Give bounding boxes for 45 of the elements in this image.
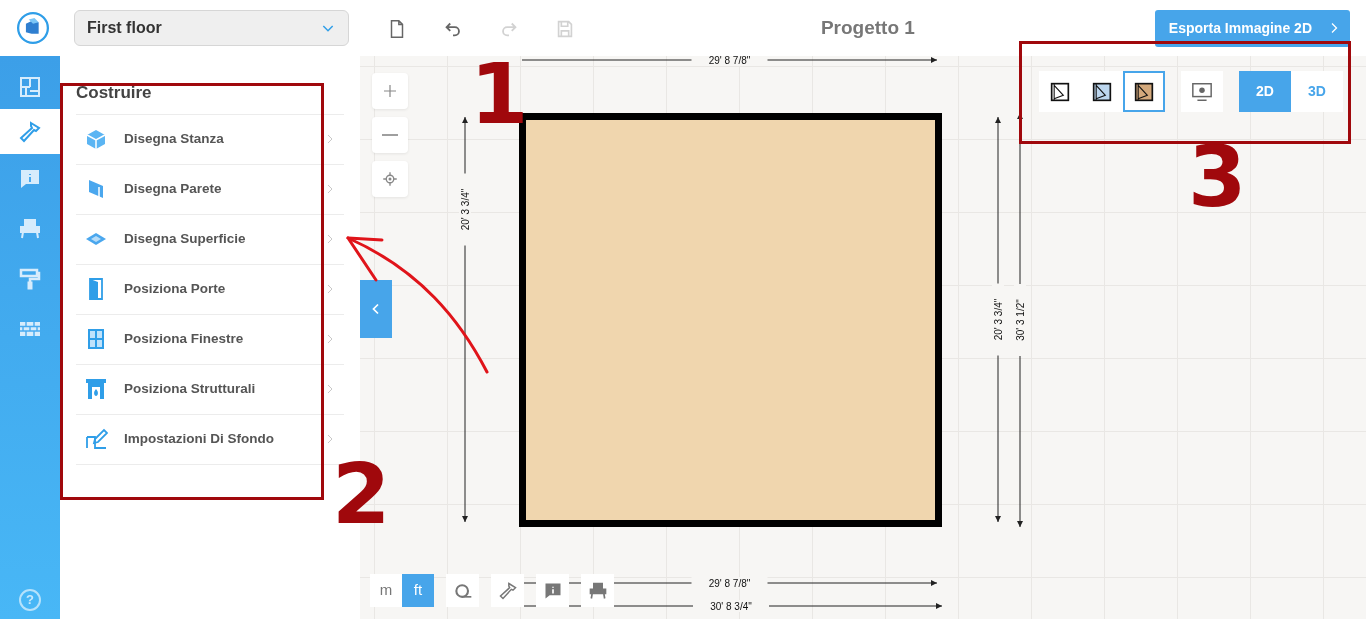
locate-button[interactable] (372, 161, 408, 197)
hammer-icon (18, 119, 42, 144)
armchair-icon (18, 217, 42, 241)
paint-roller-icon (18, 267, 42, 291)
zoom-in-icon (381, 82, 399, 100)
panel-menu-item[interactable]: Posiziona Finestre (76, 313, 344, 364)
unit-toggle[interactable]: m (370, 574, 402, 607)
room-icon (84, 127, 108, 151)
floor-select[interactable]: First floor (74, 10, 349, 46)
door-plan-icon (1092, 81, 1112, 102)
hammer-tab[interactable] (0, 109, 60, 154)
dimension-label: 30' 3 1/2" (1015, 299, 1026, 341)
display-settings-button[interactable] (1181, 71, 1223, 112)
dimension-label: 20' 3 3/4" (460, 188, 471, 231)
fireplace-icon (84, 377, 108, 401)
panel-menu-item[interactable]: Disegna Superficie (76, 213, 344, 264)
zoom-in-button[interactable] (372, 73, 408, 109)
hammer-icon (497, 580, 518, 601)
hammer-button[interactable] (491, 574, 524, 607)
dimension-label: 20' 3 3/4" (993, 298, 1004, 341)
info-bubble-button[interactable] (536, 574, 569, 607)
locate-icon (381, 170, 399, 188)
panel-menu-item[interactable]: Disegna Stanza (76, 113, 344, 164)
armchair-icon (587, 580, 608, 601)
tape-measure-button[interactable] (446, 574, 479, 607)
panel-title: Costruire (76, 82, 153, 104)
pencil-square-icon (84, 427, 108, 451)
view-mode-button[interactable] (1123, 71, 1165, 112)
panel-menu-item[interactable]: Posiziona Strutturali (76, 363, 344, 414)
panel-menu-item[interactable]: Posiziona Porte (76, 263, 344, 314)
info-bubble-icon (18, 167, 42, 191)
armchair-button[interactable] (581, 574, 614, 607)
floorplan-icon (18, 74, 42, 99)
logo-icon (16, 11, 50, 45)
panel-menu-item[interactable]: Disegna Parete (76, 163, 344, 214)
panel-menu-item[interactable]: Impostazioni Di Sfondo (76, 413, 344, 464)
annotation-number: 1 (470, 52, 529, 136)
project-title: Progetto 1 (819, 15, 916, 40)
dimension-label: 29' 8 7/8" (708, 578, 751, 589)
zoom-out-button[interactable] (372, 117, 408, 153)
door-plan-icon (1050, 81, 1070, 102)
dimension-label: 29' 8 7/8" (708, 56, 751, 66)
annotation-number: 3 (1188, 135, 1247, 219)
dimension-label: 30' 8 3/4" (710, 601, 752, 612)
door-plan-icon (1134, 81, 1154, 102)
